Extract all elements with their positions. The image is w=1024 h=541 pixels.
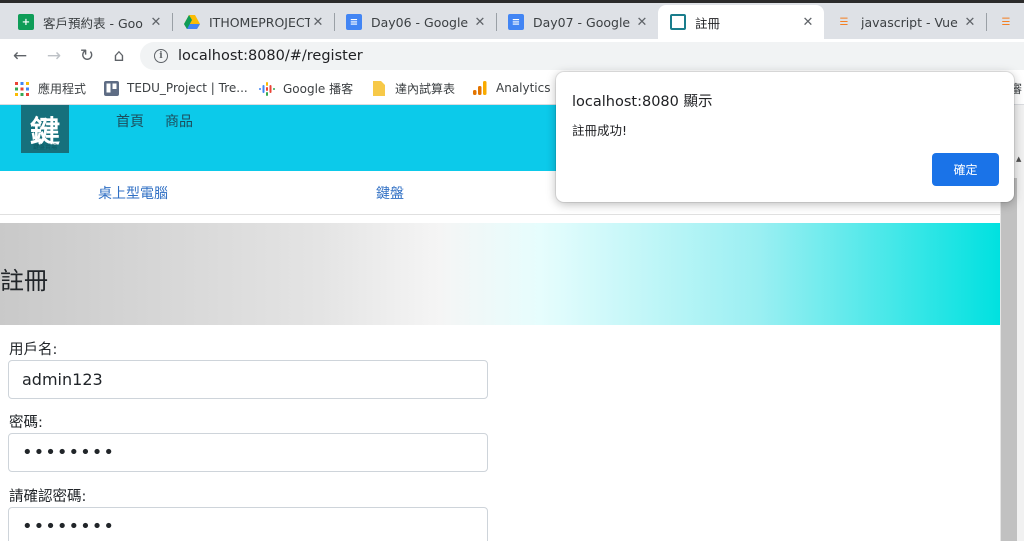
page-title: 註冊 bbox=[0, 267, 48, 295]
tab-javascript-vue[interactable]: ☰ javascript - Vue ✕ bbox=[824, 5, 986, 39]
browser-tab-strip: + 客戶預約表 - Goo ✕ ITHOMEPROJECT ✕ ≡ Day06 … bbox=[0, 0, 1024, 39]
docs-icon: ≡ bbox=[346, 14, 362, 30]
page-banner: 註冊 bbox=[0, 223, 1000, 325]
bookmark-tarena-sheet[interactable]: 達內試算表 bbox=[371, 80, 455, 97]
category-keyboard-link[interactable]: 鍵盤 bbox=[376, 183, 404, 203]
password-label: 密碼: bbox=[9, 415, 43, 431]
tab-strip-top-border bbox=[0, 0, 1024, 3]
tab-title: 客戶預約表 - Goo bbox=[43, 15, 143, 31]
category-desktop-link[interactable]: 桌上型電腦 bbox=[98, 183, 168, 203]
dialog-title: localhost:8080 顯示 bbox=[572, 94, 713, 110]
reload-icon[interactable]: ↻ bbox=[75, 44, 99, 68]
tab-title: ITHOMEPROJECT bbox=[209, 14, 310, 30]
info-icon[interactable]: i bbox=[154, 49, 168, 63]
trello-icon bbox=[103, 80, 119, 96]
url-text: localhost:8080/#/register bbox=[178, 48, 363, 64]
tab-day06[interactable]: ≡ Day06 - Google ✕ bbox=[334, 5, 496, 39]
dialog-ok-button[interactable]: 確定 bbox=[932, 153, 999, 186]
username-input[interactable]: admin123 bbox=[8, 360, 488, 399]
scrollbar-thumb[interactable] bbox=[1001, 178, 1017, 541]
tab-title: javascript - Vue bbox=[861, 14, 958, 30]
tab-register[interactable]: 註冊 ✕ bbox=[658, 5, 824, 39]
tab-stackoverflow[interactable]: ☰ bbox=[986, 5, 1024, 39]
confirm-password-label: 請確認密碼: bbox=[9, 489, 87, 505]
drive-icon bbox=[184, 14, 200, 30]
tab-title: Day06 - Google bbox=[371, 14, 469, 30]
address-bar[interactable]: i localhost:8080/#/register bbox=[140, 42, 1024, 70]
tab-title: 註冊 bbox=[695, 15, 721, 31]
analytics-icon bbox=[472, 80, 488, 96]
docs-icon: ≡ bbox=[508, 14, 524, 30]
close-icon[interactable]: ✕ bbox=[310, 15, 326, 30]
username-value: admin123 bbox=[22, 370, 103, 389]
tab-customer-booking[interactable]: + 客戶預約表 - Goo ✕ bbox=[6, 5, 172, 39]
forward-arrow-icon[interactable]: → bbox=[42, 44, 66, 68]
close-icon[interactable]: ✕ bbox=[472, 15, 488, 30]
podcasts-icon bbox=[259, 81, 275, 97]
bookmark-label: 達內試算表 bbox=[395, 82, 456, 96]
close-icon[interactable]: ✕ bbox=[962, 15, 978, 30]
tab-ithomeproject[interactable]: ITHOMEPROJECT ✕ bbox=[172, 5, 334, 39]
dialog-message: 註冊成功! bbox=[572, 123, 628, 138]
nav-home-link[interactable]: 首頁 bbox=[116, 111, 144, 131]
stackoverflow-icon: ☰ bbox=[839, 16, 849, 28]
alert-dialog: localhost:8080 顯示 註冊成功! 確定 bbox=[556, 72, 1014, 202]
bookmark-google-podcasts[interactable]: Google 播客 bbox=[259, 80, 353, 97]
scroll-up-arrow-icon[interactable]: ▲ bbox=[1016, 155, 1021, 163]
sheets-icon: + bbox=[18, 14, 34, 30]
bookmark-label: Analytics bbox=[496, 81, 551, 95]
confirm-password-value: •••••••• bbox=[22, 516, 115, 537]
bookmark-label: TEDU_Project | Tre... bbox=[127, 81, 248, 95]
apps-grid-icon bbox=[14, 81, 30, 97]
stackoverflow-icon: ☰ bbox=[1001, 16, 1011, 28]
bookmark-apps[interactable]: 應用程式 bbox=[14, 80, 86, 97]
back-arrow-icon[interactable]: ← bbox=[8, 44, 32, 68]
tab-title: Day07 - Google bbox=[533, 14, 631, 30]
close-icon[interactable]: ✕ bbox=[800, 15, 816, 30]
bookmark-analytics[interactable]: Analytics bbox=[472, 80, 551, 96]
username-label: 用戶名: bbox=[9, 342, 58, 358]
logo-subtitle: 鍵盤賣場 bbox=[32, 144, 57, 151]
confirm-password-input[interactable]: •••••••• bbox=[8, 507, 488, 541]
browser-toolbar: ← → ↻ ⌂ i localhost:8080/#/register bbox=[0, 39, 1024, 73]
close-icon[interactable]: ✕ bbox=[634, 15, 650, 30]
bookmark-label: Google 播客 bbox=[283, 82, 354, 96]
page-icon bbox=[670, 14, 686, 30]
bookmark-label: 應用程式 bbox=[38, 82, 87, 96]
nav-products-link[interactable]: 商品 bbox=[165, 111, 193, 131]
folder-icon bbox=[371, 80, 387, 97]
home-icon[interactable]: ⌂ bbox=[107, 44, 131, 68]
close-icon[interactable]: ✕ bbox=[148, 15, 164, 30]
password-value: •••••••• bbox=[22, 442, 115, 463]
tab-day07[interactable]: ≡ Day07 - Google ✕ bbox=[496, 5, 658, 39]
password-input[interactable]: •••••••• bbox=[8, 433, 488, 472]
bookmark-tedu-project[interactable]: TEDU_Project | Tre... bbox=[103, 80, 248, 96]
